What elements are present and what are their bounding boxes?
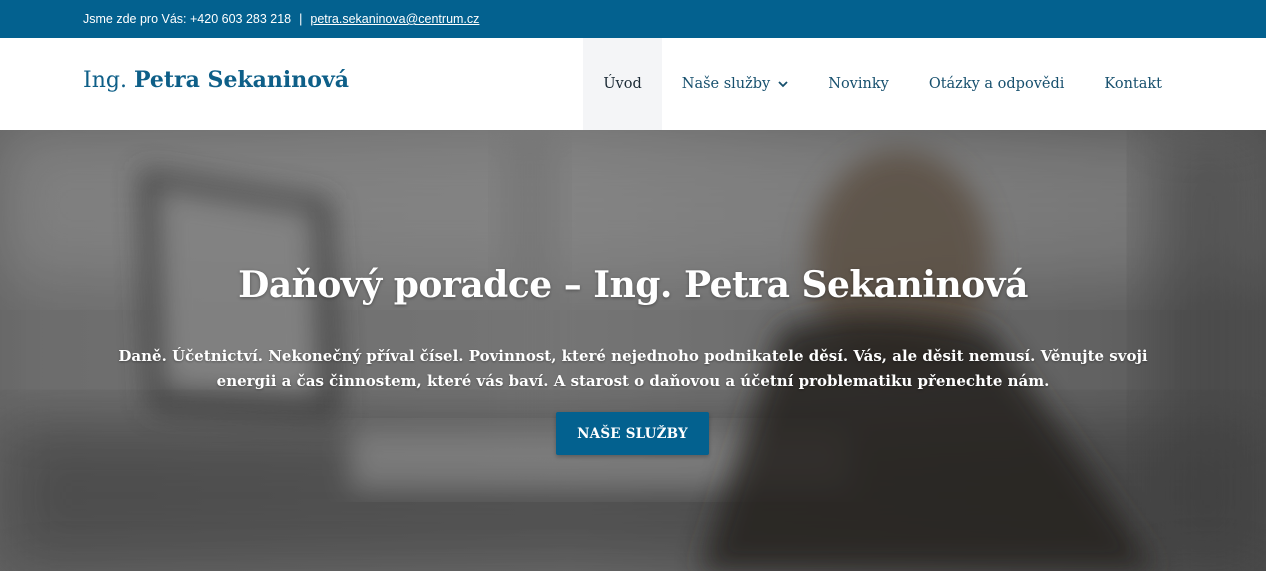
site-header: Ing. Petra Sekaninová Úvod Naše služby N… bbox=[0, 38, 1266, 130]
nav-item-otazky-a-odpovedi[interactable]: Otázky a odpovědi bbox=[909, 38, 1085, 130]
logo-name: Petra Sekaninová bbox=[133, 67, 349, 93]
top-contact-bar: Jsme zde pro Vás: +420 603 283 218 | pet… bbox=[0, 0, 1266, 38]
hero-subtitle: Daně. Účetnictví. Nekonečný příval čísel… bbox=[118, 347, 1148, 390]
hero-content: Daňový poradce – Ing. Petra Sekaninová D… bbox=[0, 130, 1266, 571]
contact-email-link[interactable]: petra.sekaninova@centrum.cz bbox=[310, 12, 479, 26]
main-navigation: Úvod Naše služby Novinky Otázky a odpově… bbox=[583, 38, 1182, 130]
nav-item-label: Naše služby bbox=[681, 76, 771, 92]
hero-section: Daňový poradce – Ing. Petra Sekaninová D… bbox=[0, 130, 1266, 571]
contact-separator: | bbox=[299, 12, 303, 26]
site-logo[interactable]: Ing. Petra Sekaninová bbox=[83, 67, 349, 93]
nav-item-label: Úvod bbox=[603, 76, 642, 92]
nav-item-novinky[interactable]: Novinky bbox=[808, 38, 909, 130]
nav-item-label: Novinky bbox=[828, 76, 889, 92]
nav-item-nase-sluzby[interactable]: Naše služby bbox=[662, 38, 809, 130]
contact-phone-text: Jsme zde pro Vás: +420 603 283 218 bbox=[83, 12, 292, 26]
logo-prefix: Ing. bbox=[83, 68, 127, 93]
nav-item-label: Otázky a odpovědi bbox=[928, 76, 1065, 92]
chevron-down-icon bbox=[778, 80, 788, 88]
nav-item-label: Kontakt bbox=[1104, 76, 1162, 92]
nase-sluzby-button[interactable]: NAŠE SLUŽBY bbox=[556, 412, 709, 455]
nav-item-kontakt[interactable]: Kontakt bbox=[1084, 38, 1182, 130]
nav-item-uvod[interactable]: Úvod bbox=[583, 38, 662, 130]
hero-title: Daňový poradce – Ing. Petra Sekaninová bbox=[238, 264, 1028, 306]
